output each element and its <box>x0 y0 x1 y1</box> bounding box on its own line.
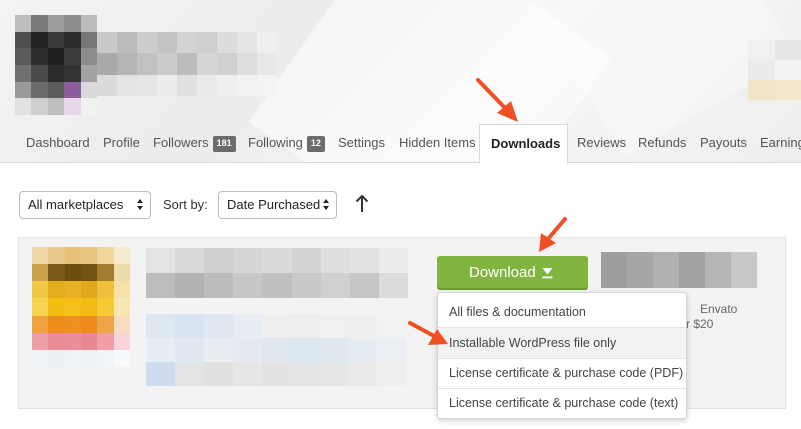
tab-refunds[interactable]: Refunds <box>638 124 686 163</box>
tab-label: Profile <box>103 135 140 150</box>
license-info-blurred <box>601 252 757 288</box>
tab-label: Reviews <box>577 135 627 150</box>
avatar <box>15 15 97 115</box>
price-text-partial: r $20 <box>686 317 714 331</box>
tab-label: Payouts <box>700 135 747 150</box>
menu-item-license-pdf[interactable]: License certificate & purchase code (PDF… <box>438 358 686 388</box>
annotation-arrow <box>408 321 448 345</box>
sort-direction-up-arrow-icon[interactable] <box>354 193 370 215</box>
tab-label: Refunds <box>638 135 687 150</box>
tab-settings[interactable]: Settings <box>338 124 385 163</box>
sort-select-value: Date Purchased <box>227 197 321 212</box>
tab-label: Earning <box>760 135 801 150</box>
select-arrows-icon <box>137 196 144 214</box>
item-thumbnail <box>32 247 130 367</box>
menu-item-all-files[interactable]: All files & documentation <box>438 297 686 327</box>
tab-label: Settings <box>338 135 385 150</box>
sort-by-label: Sort by: <box>163 197 208 212</box>
marketplace-select[interactable]: All marketplaces <box>19 191 151 219</box>
download-arrow-icon <box>542 268 553 279</box>
sort-select[interactable]: Date Purchased <box>218 191 337 219</box>
tab-label: Downloads <box>491 136 561 151</box>
select-arrows-icon <box>323 196 330 214</box>
annotation-arrow <box>539 217 567 252</box>
tab-label: Hidden Items <box>399 135 476 150</box>
tab-hidden-items[interactable]: Hidden Items <box>399 124 476 163</box>
tab-dashboard[interactable]: Dashboard <box>26 124 90 163</box>
tab-earnings[interactable]: Earning <box>760 124 801 163</box>
username-blurred <box>97 32 277 96</box>
count-badge: 12 <box>306 136 325 152</box>
download-button[interactable]: Download <box>437 256 588 290</box>
item-title-blurred <box>146 248 408 298</box>
download-options-menu: All files & documentation Installable Wo… <box>437 292 687 419</box>
count-badge: 181 <box>212 136 236 152</box>
item-meta-blurred <box>146 314 406 386</box>
marketplace-select-value: All marketplaces <box>28 197 124 212</box>
header-blurred-right <box>748 40 801 100</box>
tab-profile[interactable]: Profile <box>103 124 140 163</box>
download-button-label: Download <box>469 264 536 281</box>
annotation-arrow <box>476 78 518 122</box>
tab-reviews[interactable]: Reviews <box>577 124 626 163</box>
tab-label: Followers <box>153 135 209 150</box>
menu-item-license-text[interactable]: License certificate & purchase code (tex… <box>438 388 686 418</box>
tab-label: Dashboard <box>26 135 90 150</box>
tab-followers[interactable]: Followers 181 <box>153 124 236 163</box>
tab-following[interactable]: Following 12 <box>248 124 325 163</box>
tab-downloads[interactable]: Downloads <box>479 124 568 164</box>
tab-label: Following <box>248 135 303 150</box>
menu-item-wordpress-file[interactable]: Installable WordPress file only <box>438 328 686 358</box>
profile-tabs: Dashboard Profile Followers 181 Following… <box>0 124 801 164</box>
license-text-partial: Envato <box>700 302 738 316</box>
tab-payouts[interactable]: Payouts <box>700 124 747 163</box>
